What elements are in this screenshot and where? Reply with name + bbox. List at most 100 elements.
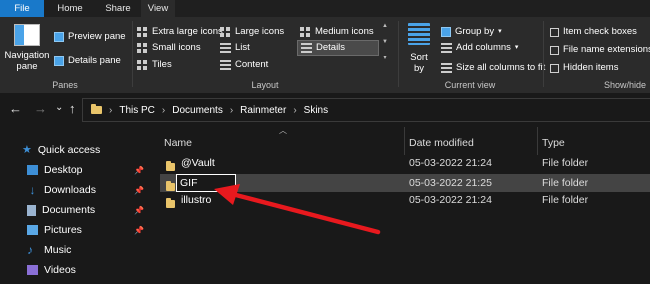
address-bar[interactable]: › This PC › Documents › Rainmeter › Skin…: [82, 98, 650, 122]
file-type: File folder: [542, 177, 589, 189]
details-pane-label: Details pane: [68, 55, 121, 66]
sidebar-item-label: Documents: [42, 204, 96, 216]
column-header-date-modified[interactable]: Date modified: [409, 131, 539, 155]
chevron-right-icon[interactable]: ›: [162, 105, 165, 116]
star-icon: ★: [22, 144, 32, 156]
navigation-pane-icon[interactable]: [14, 24, 40, 46]
sidebar-item-label: Desktop: [44, 164, 83, 176]
pin-icon[interactable]: 📌: [134, 226, 144, 235]
chevron-right-icon[interactable]: ›: [293, 105, 296, 116]
file-name-extensions-toggle[interactable]: File name extensions: [550, 43, 650, 57]
item-check-boxes-toggle[interactable]: Item check boxes: [550, 25, 637, 39]
small-icons-icon: [137, 43, 148, 53]
sort-by-button[interactable]: Sort by: [405, 52, 433, 74]
pin-icon[interactable]: 📌: [134, 206, 144, 215]
pin-icon[interactable]: 📌: [134, 166, 144, 175]
details-label: Details: [316, 42, 346, 53]
medium-icons-icon: [300, 27, 311, 37]
checkbox-icon[interactable]: [550, 63, 559, 73]
breadcrumb-skins[interactable]: Skins: [304, 105, 328, 116]
navigation-pane: ★ Quick access Desktop 📌 ↓ Downloads 📌 D…: [0, 127, 148, 284]
file-date: 05-03-2022 21:24: [409, 194, 492, 206]
tiles-option[interactable]: Tiles: [137, 58, 172, 72]
size-all-columns-button[interactable]: Size all columns to fit: [441, 61, 545, 75]
size-columns-icon: [441, 63, 452, 73]
sidebar-item-videos[interactable]: Videos: [27, 261, 76, 279]
navigation-pane-button[interactable]: Navigation pane: [4, 50, 50, 72]
up-button[interactable]: ↑: [69, 102, 76, 116]
add-columns-label: Add columns: [456, 42, 511, 53]
sort-by-icon[interactable]: [408, 23, 430, 45]
details-pane-icon: [54, 56, 64, 66]
item-check-boxes-label: Item check boxes: [563, 26, 637, 37]
file-type: File folder: [542, 194, 589, 206]
extra-large-icons-option[interactable]: Extra large icons: [137, 25, 223, 39]
file-name: illustro: [181, 194, 212, 206]
quick-access-item[interactable]: ★ Quick access: [22, 141, 100, 159]
sidebar-item-pictures[interactable]: Pictures: [27, 221, 82, 239]
list-option[interactable]: List: [220, 41, 250, 55]
details-icon: [301, 43, 312, 53]
table-row[interactable]: illustro 05-03-2022 21:24 File folder: [160, 191, 650, 209]
hidden-items-toggle[interactable]: Hidden items: [550, 61, 618, 75]
column-header-type[interactable]: Type: [542, 131, 642, 155]
checkbox-icon[interactable]: [550, 27, 559, 37]
column-header-name[interactable]: Name: [164, 131, 404, 155]
forward-button[interactable]: →: [34, 102, 47, 116]
ribbon-divider: [132, 21, 133, 87]
folder-icon: [166, 159, 175, 171]
column-divider[interactable]: [404, 127, 405, 155]
ribbon-divider: [543, 21, 544, 87]
checkbox-icon[interactable]: [550, 45, 559, 55]
sidebar-item-music[interactable]: ♪ Music: [27, 241, 71, 259]
group-by-button[interactable]: Group by ▾: [441, 25, 502, 39]
pictures-icon: [27, 225, 38, 235]
sidebar-item-documents[interactable]: Documents: [27, 201, 95, 219]
chevron-right-icon[interactable]: ›: [230, 105, 233, 116]
small-icons-option[interactable]: Small icons: [137, 41, 201, 55]
details-option[interactable]: Details: [297, 40, 379, 56]
file-list: ︿ Name Date modified Type @Vault 05-03-2…: [148, 126, 650, 284]
ribbon-tab-bar: File Home Share View: [0, 0, 650, 17]
preview-pane-icon: [54, 32, 64, 42]
table-row[interactable]: @Vault 05-03-2022 21:24 File folder: [160, 154, 650, 172]
preview-pane-button[interactable]: Preview pane: [54, 30, 126, 44]
breadcrumb: › This PC › Documents › Rainmeter › Skin…: [91, 99, 328, 121]
ribbon-divider: [398, 21, 399, 87]
content-option[interactable]: Content: [220, 58, 268, 72]
sidebar-item-downloads[interactable]: ↓ Downloads: [27, 181, 96, 199]
tab-view[interactable]: View: [141, 0, 175, 17]
breadcrumb-documents[interactable]: Documents: [172, 105, 223, 116]
medium-icons-label: Medium icons: [315, 26, 374, 37]
back-button[interactable]: ←: [9, 102, 22, 116]
details-pane-button[interactable]: Details pane: [54, 54, 121, 68]
documents-icon: [27, 204, 36, 216]
tab-home[interactable]: Home: [48, 0, 92, 17]
group-by-icon: [441, 27, 451, 37]
medium-icons-option[interactable]: Medium icons: [300, 25, 374, 39]
table-row[interactable]: GIF 05-03-2022 21:25 File folder: [160, 174, 650, 192]
tab-share[interactable]: Share: [96, 0, 140, 17]
panes-group-label: Panes: [52, 80, 78, 90]
desktop-icon: [27, 165, 38, 175]
tab-file[interactable]: File: [0, 0, 44, 17]
column-divider[interactable]: [537, 127, 538, 155]
rename-input[interactable]: GIF: [176, 174, 236, 192]
layout-gallery-scroll[interactable]: ▲ ▼ ▾: [381, 22, 389, 74]
large-icons-option[interactable]: Large icons: [220, 25, 284, 39]
tiles-icon: [137, 60, 148, 70]
folder-icon: [91, 104, 102, 114]
recent-locations-button[interactable]: ⌄: [55, 101, 63, 115]
chevron-down-icon: ▾: [498, 28, 502, 35]
quick-access-label: Quick access: [37, 144, 101, 156]
pin-icon[interactable]: 📌: [134, 186, 144, 195]
breadcrumb-this-pc[interactable]: This PC: [119, 105, 155, 116]
add-columns-button[interactable]: Add columns ▾: [441, 41, 518, 55]
content-icon: [220, 60, 231, 70]
ribbon: Navigation pane Preview pane Details pan…: [0, 17, 650, 93]
chevron-right-icon[interactable]: ›: [109, 105, 112, 116]
sidebar-item-desktop[interactable]: Desktop: [27, 161, 83, 179]
breadcrumb-rainmeter[interactable]: Rainmeter: [240, 105, 286, 116]
folder-icon: [166, 179, 175, 191]
videos-icon: [27, 265, 38, 275]
